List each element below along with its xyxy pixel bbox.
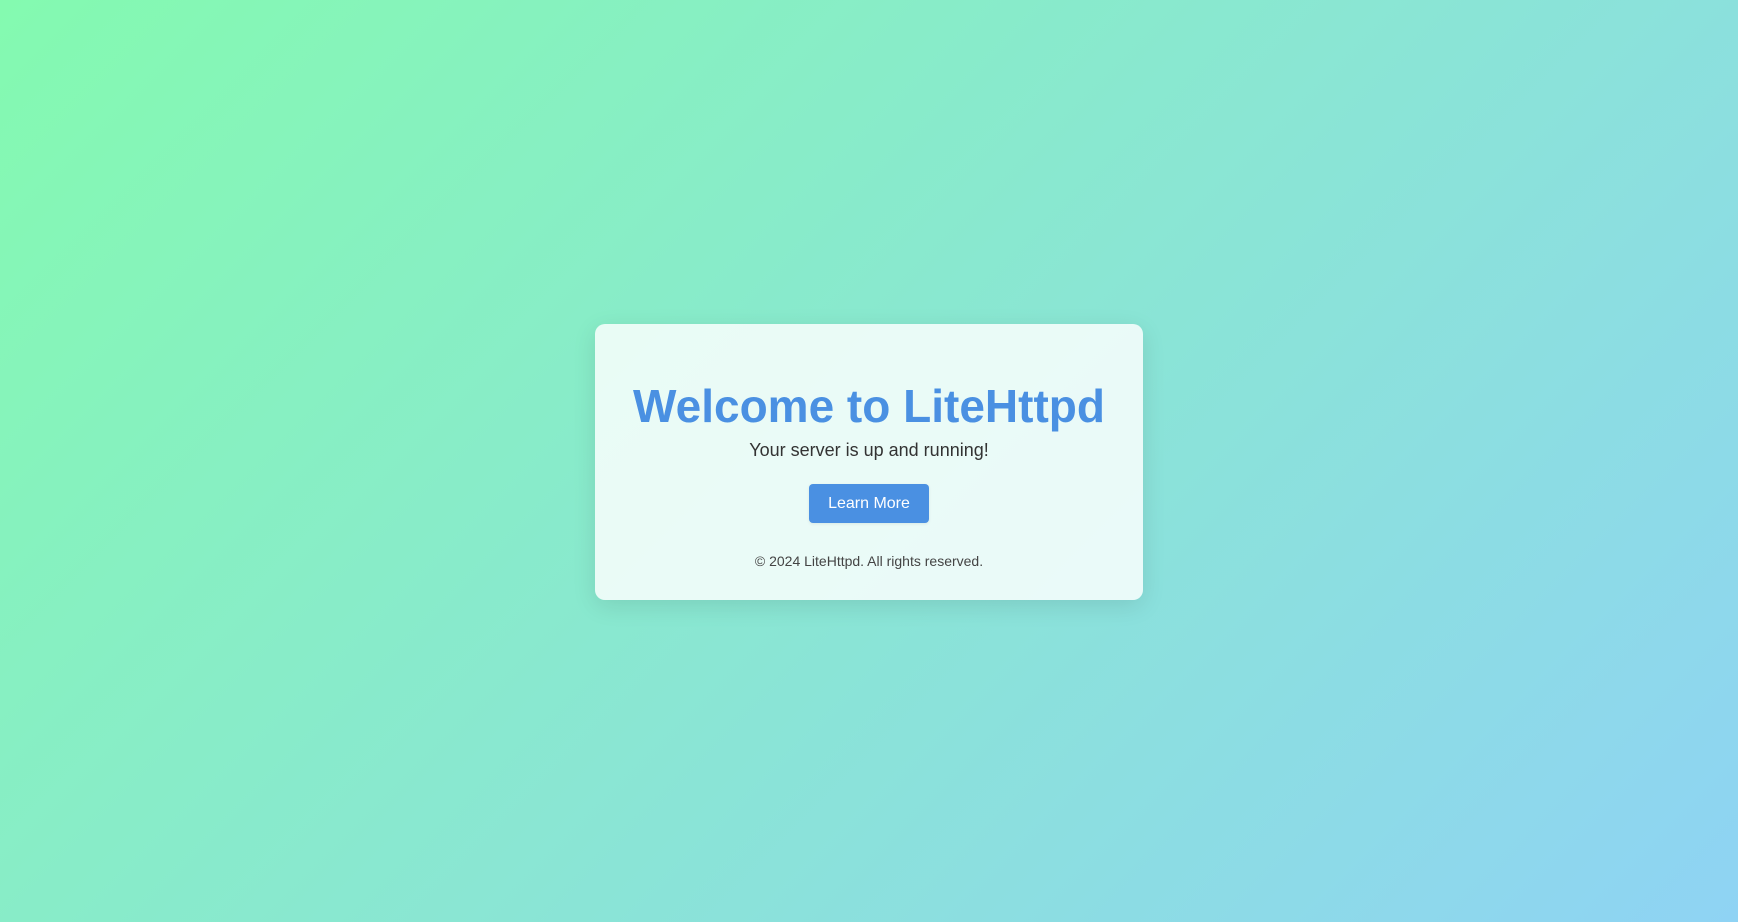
status-subtitle: Your server is up and running!	[749, 440, 989, 460]
copyright-footer: © 2024 LiteHttpd. All rights reserved.	[754, 552, 984, 569]
learn-more-button[interactable]: Learn More	[809, 483, 929, 523]
page-title: Welcome to LiteHttpd	[633, 380, 1105, 432]
welcome-card: Welcome to LiteHttpd Your server is up a…	[595, 324, 1143, 600]
